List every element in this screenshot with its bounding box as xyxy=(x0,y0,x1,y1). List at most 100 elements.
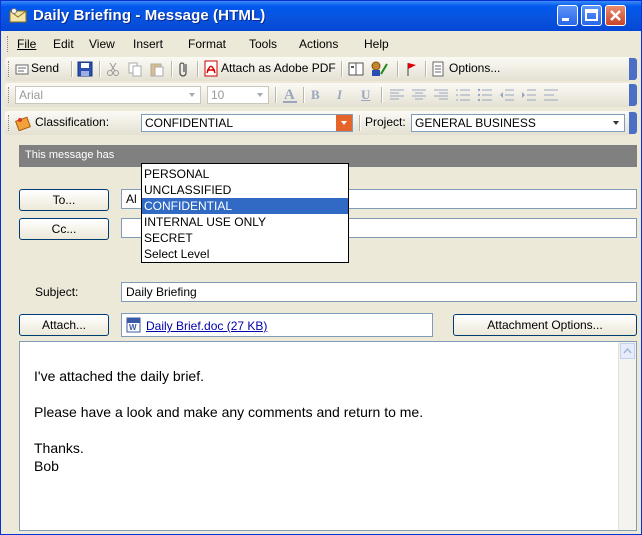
numbered-list-icon[interactable] xyxy=(455,88,471,102)
toolbar-separator xyxy=(171,61,173,77)
cut-icon[interactable] xyxy=(105,61,121,77)
close-button[interactable] xyxy=(605,5,626,26)
menu-insert[interactable]: Insert xyxy=(133,37,163,51)
scroll-up-button[interactable] xyxy=(620,343,635,359)
project-value: GENERAL BUSINESS xyxy=(415,116,536,130)
paste-icon[interactable] xyxy=(149,61,165,77)
cc-button[interactable]: Cc... xyxy=(19,218,109,240)
save-icon[interactable] xyxy=(77,61,93,77)
toolbar-separator xyxy=(71,61,73,77)
increase-indent-icon[interactable] xyxy=(521,88,537,102)
body-line: Bob xyxy=(34,458,59,474)
vertical-scrollbar[interactable] xyxy=(618,342,636,530)
send-button[interactable]: Send xyxy=(31,61,59,75)
classification-option-unclassified[interactable]: UNCLASSIFIED xyxy=(142,182,348,198)
importance-flag-icon[interactable] xyxy=(405,61,417,77)
classification-option-select-level[interactable]: Select Level xyxy=(142,246,348,262)
subject-field-value: Daily Briefing xyxy=(126,285,197,299)
decrease-indent-icon[interactable] xyxy=(499,88,515,102)
underline-button[interactable]: U xyxy=(361,87,370,103)
font-name-combo[interactable]: Arial xyxy=(15,86,201,104)
send-icon xyxy=(15,64,29,75)
subject-field[interactable]: Daily Briefing xyxy=(121,282,637,302)
info-bar-text: This message has xyxy=(25,149,115,161)
toolbar-grip[interactable] xyxy=(8,61,12,77)
toolbar-grip[interactable] xyxy=(8,87,12,103)
message-window: Daily Briefing - Message (HTML) File Edi… xyxy=(0,0,642,535)
attachment-options-label: Attachment Options... xyxy=(487,318,603,332)
toolbar-separator xyxy=(359,115,361,131)
to-button[interactable]: To... xyxy=(19,189,109,211)
standard-toolbar: Send Attach as Adobe PDF Options... xyxy=(5,57,637,81)
formatting-toolbar: Arial 10 A B I U xyxy=(5,83,637,107)
classification-dropdown[interactable]: PERSONAL UNCLASSIFIED CONFIDENTIAL INTER… xyxy=(141,163,349,263)
chevron-down-icon[interactable] xyxy=(184,87,200,103)
font-color-icon[interactable]: A xyxy=(281,86,299,104)
check-names-icon[interactable] xyxy=(369,60,389,78)
classification-option-secret[interactable]: SECRET xyxy=(142,230,348,246)
toolbar-options-chevron[interactable] xyxy=(629,58,637,80)
toolbar-grip[interactable] xyxy=(8,115,12,131)
maximize-button[interactable] xyxy=(581,5,602,26)
menu-file-label: File xyxy=(17,37,37,51)
minimize-button[interactable] xyxy=(557,5,578,26)
envelope-icon xyxy=(9,8,27,23)
message-body[interactable]: I've attached the daily brief. Please ha… xyxy=(19,341,637,531)
to-button-label: To... xyxy=(52,193,76,207)
svg-text:A: A xyxy=(284,87,295,103)
chevron-down-icon[interactable] xyxy=(608,115,624,131)
options-button[interactable]: Options... xyxy=(449,61,500,75)
menu-bar: File Edit View Insert Format Tools Actio… xyxy=(5,33,639,55)
project-combo[interactable]: GENERAL BUSINESS xyxy=(411,114,625,132)
classification-option-confidential[interactable]: CONFIDENTIAL xyxy=(142,198,348,214)
attach-as-pdf-button[interactable]: Attach as Adobe PDF xyxy=(221,61,336,75)
style-icon[interactable] xyxy=(543,88,559,102)
classification-option-personal[interactable]: PERSONAL xyxy=(142,166,348,182)
classification-toolbar: Classification: CONFIDENTIAL Project: GE… xyxy=(5,111,637,135)
svg-text:W: W xyxy=(129,323,137,332)
menu-actions[interactable]: Actions xyxy=(299,37,338,51)
cc-button-label: Cc... xyxy=(51,222,77,236)
attachment-options-button[interactable]: Attachment Options... xyxy=(453,314,637,336)
menu-file[interactable]: File xyxy=(17,37,36,51)
paperclip-icon[interactable] xyxy=(177,61,191,77)
font-size-combo[interactable]: 10 xyxy=(207,86,269,104)
adobe-pdf-icon xyxy=(204,60,218,77)
menu-tools[interactable]: Tools xyxy=(249,37,277,51)
toolbar-options-chevron[interactable] xyxy=(629,84,637,106)
attachment-link[interactable]: Daily Brief.doc (27 KB) xyxy=(146,319,267,333)
toolbar-options-chevron[interactable] xyxy=(629,112,637,134)
chevron-up-icon xyxy=(623,347,632,354)
menu-help[interactable]: Help xyxy=(364,37,389,51)
align-right-icon[interactable] xyxy=(433,88,449,102)
toolbar-separator xyxy=(303,87,305,103)
body-line: I've attached the daily brief. xyxy=(34,368,204,384)
align-left-icon[interactable] xyxy=(389,88,405,102)
align-center-icon[interactable] xyxy=(411,88,427,102)
toolbar-separator xyxy=(341,61,343,77)
font-size-value: 10 xyxy=(211,88,225,102)
toolbar-separator xyxy=(275,87,277,103)
menu-grip[interactable] xyxy=(7,36,11,52)
toolbar-separator xyxy=(197,61,199,77)
menu-format[interactable]: Format xyxy=(188,37,226,51)
menu-view[interactable]: View xyxy=(89,37,115,51)
toolbar-separator xyxy=(397,61,399,77)
italic-button[interactable]: I xyxy=(337,87,342,103)
attach-button[interactable]: Attach... xyxy=(19,314,109,336)
bold-button[interactable]: B xyxy=(311,87,320,103)
classification-option-internal-use-only[interactable]: INTERNAL USE ONLY xyxy=(142,214,348,230)
attachment-field: W Daily Brief.doc (27 KB) xyxy=(121,313,433,337)
chevron-down-icon[interactable] xyxy=(252,87,268,103)
body-line: Thanks. xyxy=(34,440,84,456)
chevron-down-icon[interactable] xyxy=(336,115,352,131)
project-label: Project: xyxy=(365,115,406,129)
menu-edit[interactable]: Edit xyxy=(53,37,74,51)
address-book-icon[interactable] xyxy=(347,61,365,77)
bullet-list-icon[interactable] xyxy=(477,88,493,102)
title-bar[interactable]: Daily Briefing - Message (HTML) xyxy=(1,1,641,31)
copy-icon[interactable] xyxy=(127,61,143,77)
classification-combo[interactable]: CONFIDENTIAL xyxy=(141,114,353,132)
body-line: Please have a look and make any comments… xyxy=(34,404,424,420)
classification-value: CONFIDENTIAL xyxy=(145,116,234,130)
